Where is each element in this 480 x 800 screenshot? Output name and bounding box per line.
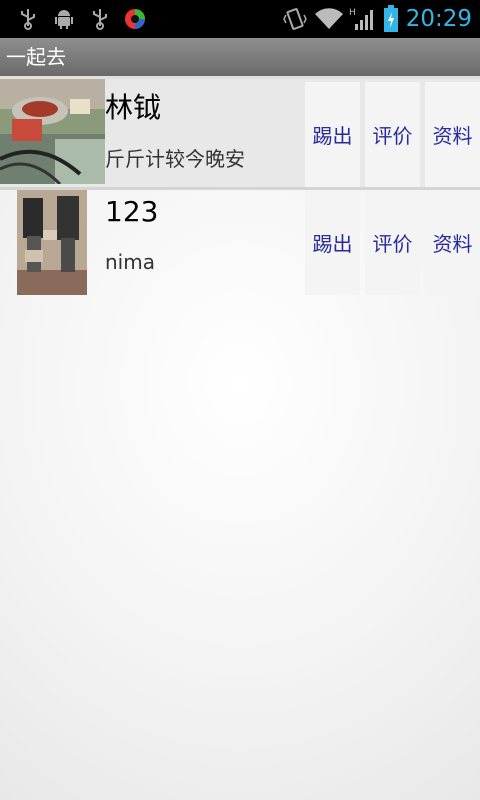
rate-button[interactable]: 评价 xyxy=(365,82,420,187)
profile-button[interactable]: 资料 xyxy=(425,190,480,295)
member-signature: nima xyxy=(105,250,155,274)
app-notification-icon xyxy=(122,0,148,38)
usb-icon xyxy=(88,0,112,38)
list-item[interactable]: 123 nima 踢出 评价 资料 xyxy=(0,190,480,298)
page-title: 一起去 xyxy=(6,45,66,69)
member-list: 林钺 斤斤计较今晚安 踢出 评价 资料 123 nima 踢出 评价 资料 xyxy=(0,76,480,298)
title-bar: 一起去 xyxy=(0,38,480,76)
list-item[interactable]: 林钺 斤斤计较今晚安 踢出 评价 资料 xyxy=(0,79,480,187)
vibrate-icon xyxy=(282,0,308,38)
member-name: 林钺 xyxy=(105,91,162,124)
android-debug-icon xyxy=(52,0,76,38)
member-name: 123 xyxy=(105,195,159,228)
signal-h-icon: H xyxy=(348,0,376,38)
clock: 20:29 xyxy=(405,6,472,32)
member-signature: 斤斤计较今晚安 xyxy=(105,147,245,171)
wifi-icon xyxy=(313,0,345,38)
profile-button[interactable]: 资料 xyxy=(425,82,480,187)
usb-icon xyxy=(16,0,40,38)
kick-button[interactable]: 踢出 xyxy=(305,82,360,187)
avatar[interactable] xyxy=(17,190,87,295)
rate-button[interactable]: 评价 xyxy=(365,190,420,295)
battery-charging-icon xyxy=(380,0,402,38)
kick-button[interactable]: 踢出 xyxy=(305,190,360,295)
avatar[interactable] xyxy=(0,79,105,184)
status-bar: H 20:29 xyxy=(0,0,480,38)
svg-text:H: H xyxy=(349,8,356,18)
